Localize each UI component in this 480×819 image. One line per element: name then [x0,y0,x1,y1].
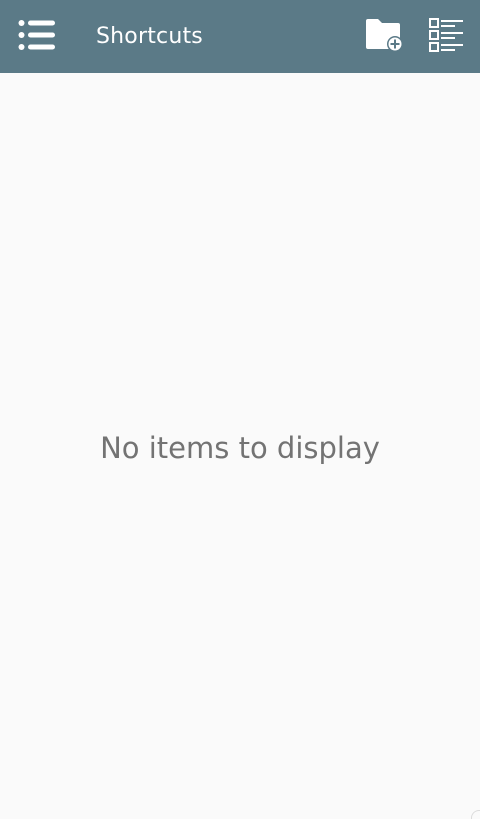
menu-button[interactable] [14,14,60,60]
folder-add-icon [364,17,404,57]
empty-state-message: No items to display [100,431,380,465]
toolbar-title: Shortcuts [96,24,203,49]
shortcuts-list-area: No items to display [0,73,480,819]
checklist-view-icon [428,16,466,58]
new-folder-button[interactable] [361,14,407,60]
list-menu-icon [18,19,56,55]
app-toolbar: Shortcuts [0,0,480,73]
shortcuts-screen: Shortcuts No items to display [0,0,480,819]
view-mode-button[interactable] [424,14,470,60]
screen-corner [471,810,480,819]
